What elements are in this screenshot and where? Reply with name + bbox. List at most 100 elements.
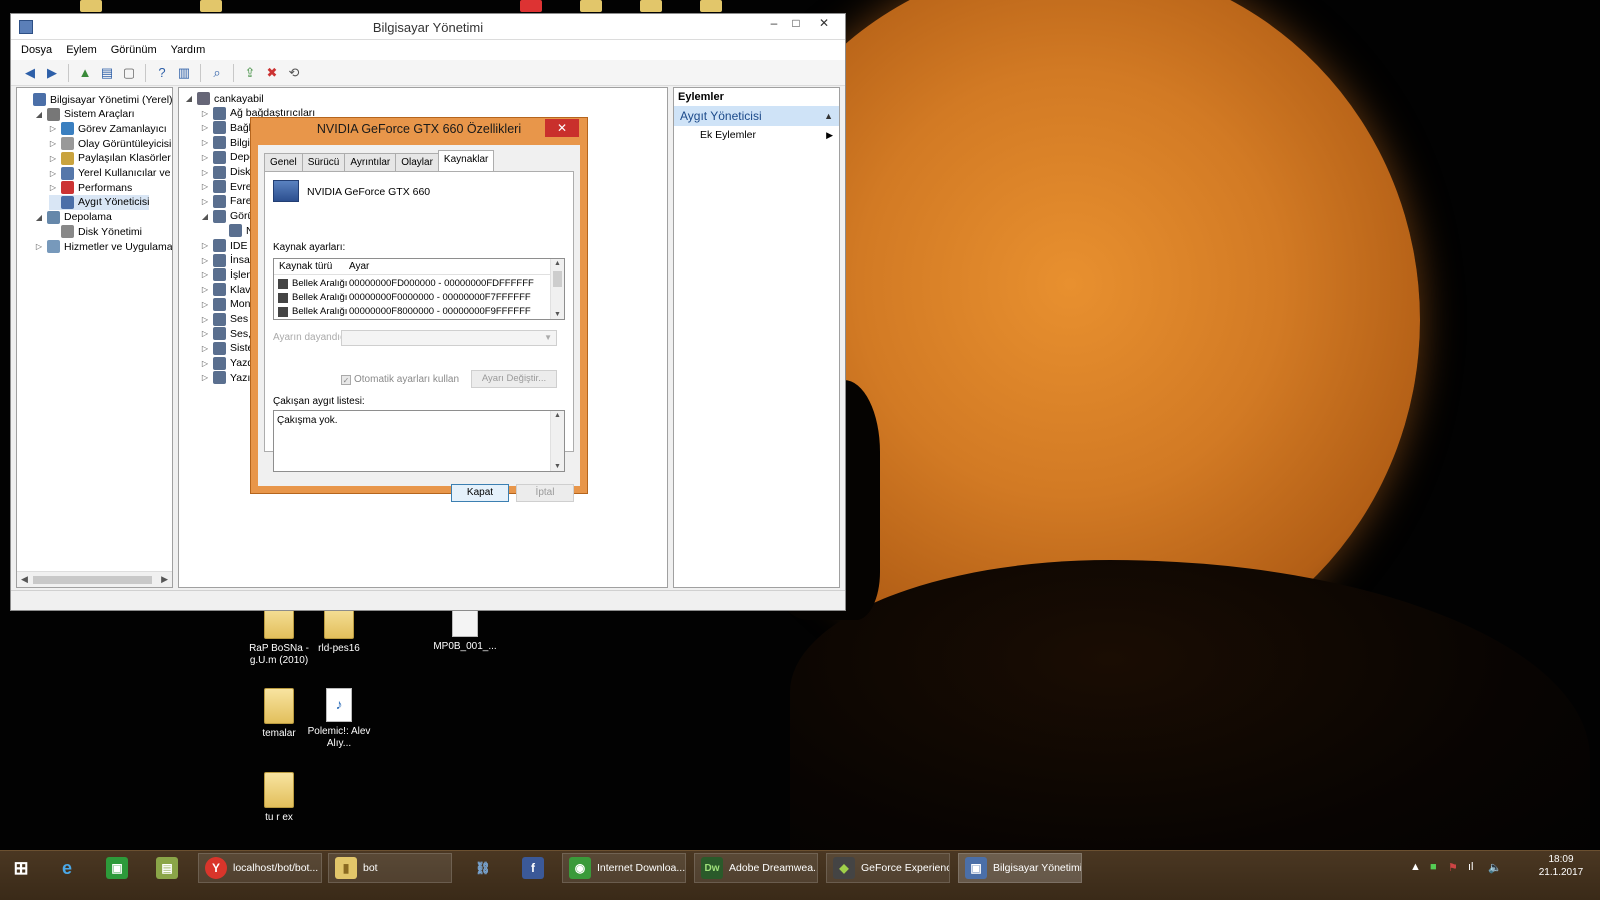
collapsed-arrow-icon[interactable]: ▷ [201, 300, 209, 309]
taskbar-app[interactable]: Y localhost/bot/bot... [198, 853, 322, 883]
maximize-button[interactable]: □ [785, 16, 807, 34]
taskbar-app[interactable]: ◉ Internet Downloa... [562, 853, 686, 883]
tree-item[interactable]: ◢ Depolama [35, 210, 112, 225]
tab-details[interactable]: Ayrıntılar [344, 153, 397, 171]
scroll-down-icon[interactable]: ▼ [554, 463, 561, 470]
desktop-icon-mp3[interactable]: ♪ Polemic!: Alev Alıy... [304, 688, 374, 750]
menu-view[interactable]: Görünüm [111, 44, 157, 56]
minimize-button[interactable]: – [763, 16, 785, 34]
desktop-top-icon[interactable] [200, 0, 222, 12]
device-category[interactable]: ▷ Ses g [201, 312, 257, 327]
column-setting[interactable]: Ayar [349, 261, 369, 272]
device-category[interactable]: ▷ Klavy [201, 282, 256, 297]
collapsed-arrow-icon[interactable]: ▷ [35, 242, 43, 251]
collapsed-arrow-icon[interactable]: ▷ [201, 182, 209, 191]
tree-item[interactable]: ▷ Paylaşılan Klasörler [49, 151, 171, 166]
start-button[interactable]: ⊞ [4, 853, 38, 883]
collapsed-arrow-icon[interactable]: ▷ [49, 154, 57, 163]
tab-resources[interactable]: Kaynaklar [437, 150, 495, 171]
tab-driver[interactable]: Sürücü [301, 153, 346, 171]
tree-item[interactable]: ▷ Performans [49, 180, 132, 195]
menu-file[interactable]: Dosya [21, 44, 52, 56]
taskbar-app[interactable]: Dw Adobe Dreamwea... [694, 853, 818, 883]
cancel-button[interactable]: İptal [516, 484, 574, 502]
resource-settings-list[interactable]: Kaynak türü Ayar Bellek Aralığı 00000000… [273, 258, 565, 320]
scroll-left-icon[interactable]: ◀ [21, 574, 28, 585]
change-setting-button[interactable]: Ayarı Değiştir... [471, 370, 557, 388]
tree-item[interactable]: Disk Yönetimi [49, 224, 142, 239]
device-category[interactable]: ▷ Bilgis [201, 135, 255, 150]
collapsed-arrow-icon[interactable]: ▷ [201, 315, 209, 324]
collapsed-arrow-icon[interactable]: ▷ [201, 256, 209, 265]
device-category[interactable]: ▷ IDE A [201, 238, 257, 253]
enable-device-icon[interactable]: ⟲ [285, 64, 303, 82]
scan-hardware-icon[interactable]: ⌕ [208, 64, 226, 82]
clock[interactable]: 18:09 21.1.2017 [1536, 853, 1586, 879]
expanded-arrow-icon[interactable]: ◢ [185, 94, 193, 103]
device-category[interactable]: ▷ İnsan [201, 253, 256, 268]
tree-item[interactable]: Bilgisayar Yönetimi (Yerel) [21, 92, 172, 107]
collapsed-arrow-icon[interactable]: ▷ [201, 109, 209, 118]
device-category[interactable]: ▷ İşlem [201, 267, 255, 282]
vertical-scrollbar[interactable]: ▲ ▼ [550, 411, 564, 471]
uninstall-device-icon[interactable]: ✖ [263, 64, 281, 82]
wifi-icon[interactable]: ıl [1468, 861, 1474, 873]
collapsed-arrow-icon[interactable]: ▷ [201, 270, 209, 279]
close-button[interactable]: ✕ [813, 16, 835, 34]
back-arrow-icon[interactable]: ◀ [21, 64, 39, 82]
horizontal-scrollbar[interactable]: ◀ ▶ [17, 571, 172, 587]
desktop-top-icon[interactable] [80, 0, 102, 12]
collapsed-arrow-icon[interactable]: ▷ [201, 359, 209, 368]
menu-action[interactable]: Eylem [66, 44, 97, 56]
collapsed-arrow-icon[interactable]: ▷ [201, 329, 209, 338]
tree-root[interactable]: ◢ cankayabil [185, 91, 264, 106]
device-category[interactable]: ▷ Sister [201, 341, 257, 356]
device-category[interactable]: ▷ Bağla [201, 120, 257, 135]
desktop-top-icon[interactable] [520, 0, 542, 12]
taskbar-network[interactable]: ⛓ [466, 853, 500, 883]
forward-arrow-icon[interactable]: ▶ [43, 64, 61, 82]
column-resource-type[interactable]: Kaynak türü [279, 261, 332, 272]
tree-item[interactable]: ▷ Olay Görüntüleyicisi [49, 136, 171, 151]
collapsed-arrow-icon[interactable]: ▷ [49, 183, 57, 192]
help-icon[interactable]: ? [153, 64, 171, 82]
scrollbar-thumb[interactable] [33, 576, 152, 584]
collapsed-arrow-icon[interactable]: ▷ [201, 138, 209, 147]
update-driver-icon[interactable]: ⇪ [241, 64, 259, 82]
taskbar-app[interactable]: ▮ bot [328, 853, 452, 883]
title-bar[interactable]: Bilgisayar Yönetimi – □ ✕ [11, 14, 845, 40]
expanded-arrow-icon[interactable]: ◢ [35, 213, 43, 222]
collapsed-arrow-icon[interactable]: ▷ [201, 197, 209, 206]
collapsed-arrow-icon[interactable]: ▷ [201, 344, 209, 353]
desktop-top-icon[interactable] [580, 0, 602, 12]
properties-icon[interactable]: ▢ [120, 64, 138, 82]
device-category[interactable]: ▷ Yazılı [201, 370, 255, 385]
device-category[interactable]: N [217, 223, 254, 238]
table-row[interactable]: Bellek Aralığı 00000000F0000000 - 000000… [274, 291, 550, 305]
desktop-top-icon[interactable] [640, 0, 662, 12]
expanded-arrow-icon[interactable]: ◢ [35, 110, 43, 119]
desktop-icon-folder[interactable]: tu r ex [244, 772, 314, 824]
auto-settings-checkbox[interactable]: ✓ Otomatik ayarları kullan [341, 374, 459, 385]
collapsed-arrow-icon[interactable]: ▷ [201, 241, 209, 250]
collapse-up-icon[interactable]: ▲ [824, 106, 833, 126]
scroll-down-icon[interactable]: ▼ [554, 311, 561, 318]
scroll-up-icon[interactable]: ▲ [554, 260, 561, 267]
menu-help[interactable]: Yardım [171, 44, 206, 56]
expanded-arrow-icon[interactable]: ◢ [201, 212, 209, 221]
taskbar-ie[interactable]: e [50, 853, 84, 883]
tree-item[interactable]: ▷ Görev Zamanlayıcı [49, 121, 167, 136]
dialog-close-button[interactable]: ✕ [545, 119, 579, 137]
taskbar-app[interactable]: ◆ GeForce Experience [826, 853, 950, 883]
actions-selected-item[interactable]: Aygıt Yöneticisi ▲ [674, 106, 839, 126]
device-category[interactable]: ▷ Moni [201, 297, 253, 312]
collapsed-arrow-icon[interactable]: ▷ [49, 139, 57, 148]
more-actions[interactable]: Ek Eylemler ▶ [674, 126, 839, 144]
tab-general[interactable]: Genel [264, 153, 303, 171]
show-action-pane-icon[interactable]: ▥ [175, 64, 193, 82]
nvidia-tray-icon[interactable]: ■ [1430, 861, 1437, 873]
device-category[interactable]: ▷ Yazdı [201, 356, 256, 371]
device-category[interactable]: ▷ Evren [201, 179, 257, 194]
taskbar-store[interactable]: ▣ [100, 853, 134, 883]
device-category[interactable]: ▷ Depo [201, 150, 255, 165]
